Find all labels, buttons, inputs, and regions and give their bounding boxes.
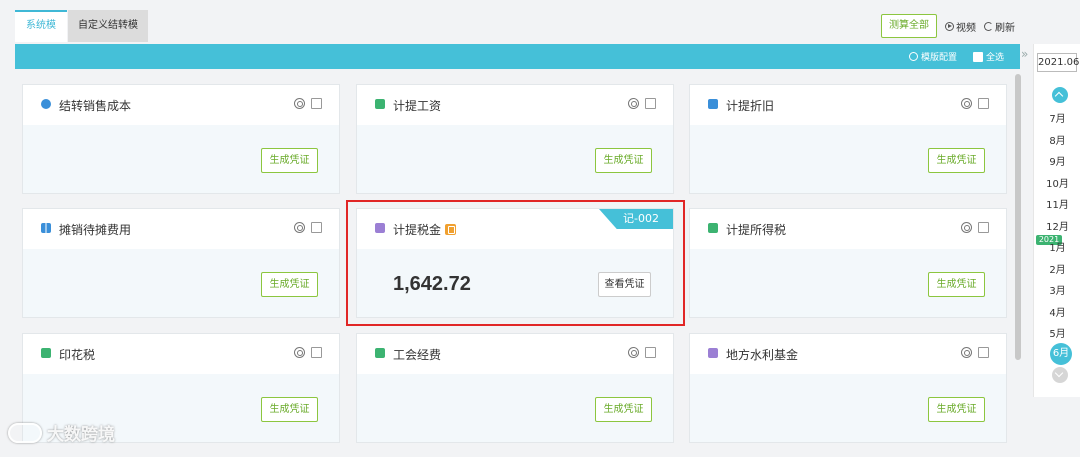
- month-item[interactable]: 11月: [1034, 196, 1080, 211]
- generate-voucher-button[interactable]: 生成凭证: [261, 272, 318, 297]
- period-sidebar: 2021.06 7月 8月 9月 10月 11月 12月 2021 1月 2月 …: [1033, 44, 1080, 397]
- card-title: 结转销售成本: [59, 99, 132, 113]
- month-item[interactable]: 8月: [1034, 132, 1080, 147]
- template-config-link[interactable]: 模版配置: [909, 50, 957, 63]
- collapse-arrow-icon[interactable]: »: [1021, 47, 1028, 61]
- generate-voucher-button[interactable]: 生成凭证: [928, 272, 985, 297]
- generate-voucher-button[interactable]: 生成凭证: [928, 397, 985, 422]
- refresh-label: 刷新: [995, 23, 1015, 34]
- card-checkbox[interactable]: [311, 222, 322, 233]
- month-item[interactable]: 5月: [1034, 325, 1080, 340]
- month-item[interactable]: 7月: [1034, 110, 1080, 125]
- select-all-label: 全选: [986, 53, 1005, 63]
- month-item[interactable]: 9月: [1034, 153, 1080, 168]
- stamp-tax-icon: [41, 348, 51, 358]
- template-card: 计提所得税 生成凭证: [689, 208, 1007, 318]
- month-item[interactable]: 12月: [1034, 218, 1080, 233]
- card-title: 计提所得税: [726, 223, 787, 237]
- settings-gear-icon[interactable]: [294, 222, 305, 233]
- refresh-icon: [984, 22, 993, 31]
- highlight-box: [346, 200, 685, 326]
- video-label: 视频: [956, 23, 976, 34]
- settings-gear-icon[interactable]: [628, 347, 639, 358]
- settings-gear-icon[interactable]: [628, 98, 639, 109]
- select-all-toggle[interactable]: 全选: [973, 50, 1004, 63]
- template-card: 计提工资 生成凭证: [356, 84, 674, 194]
- card-title: 计提工资: [393, 99, 442, 113]
- template-header-strip: 模版配置 全选: [15, 44, 1020, 69]
- money-bag-icon: [41, 99, 51, 109]
- scroll-down-icon[interactable]: [1052, 367, 1068, 383]
- current-period-field[interactable]: 2021.06: [1037, 53, 1079, 72]
- month-item[interactable]: 10月: [1034, 175, 1080, 190]
- grid-icon: [41, 223, 51, 233]
- generate-voucher-button[interactable]: 生成凭证: [928, 148, 985, 173]
- card-title: 摊销待摊费用: [59, 223, 132, 237]
- water-fund-icon: [708, 348, 718, 358]
- generate-voucher-button[interactable]: 生成凭证: [261, 148, 318, 173]
- card-title: 印花税: [59, 348, 96, 362]
- select-all-checkbox[interactable]: [973, 51, 983, 62]
- salary-icon: [375, 99, 385, 109]
- watermark: 大数跨境: [8, 420, 115, 445]
- card-title: 地方水利基金: [726, 348, 799, 362]
- card-checkbox[interactable]: [978, 222, 989, 233]
- play-icon: [945, 22, 954, 31]
- month-item[interactable]: 2月: [1034, 261, 1080, 276]
- card-checkbox[interactable]: [645, 98, 656, 109]
- settings-gear-icon[interactable]: [294, 98, 305, 109]
- settings-gear-icon[interactable]: [961, 98, 972, 109]
- card-checkbox[interactable]: [311, 98, 322, 109]
- card-checkbox[interactable]: [645, 347, 656, 358]
- template-card: 结转销售成本 生成凭证: [22, 84, 340, 194]
- generate-voucher-button[interactable]: 生成凭证: [595, 397, 652, 422]
- month-item[interactable]: 1月: [1034, 239, 1080, 254]
- refresh-link[interactable]: 刷新: [984, 19, 1015, 34]
- template-card: 地方水利基金 生成凭证: [689, 333, 1007, 443]
- month-item-selected[interactable]: 6月: [1050, 343, 1072, 365]
- card-checkbox[interactable]: [978, 98, 989, 109]
- settings-gear-icon[interactable]: [294, 347, 305, 358]
- top-tab-bar: 系统模板 自定义结转模版 测算全部 视频 刷新: [0, 0, 1080, 63]
- card-title: 工会经费: [393, 348, 442, 362]
- template-card: 工会经费 生成凭证: [356, 333, 674, 443]
- card-checkbox[interactable]: [978, 347, 989, 358]
- depreciation-icon: [708, 99, 718, 109]
- month-item[interactable]: 4月: [1034, 304, 1080, 319]
- calculate-all-button[interactable]: 测算全部: [881, 14, 937, 38]
- watermark-text: 大数跨境: [47, 425, 115, 445]
- template-card: 摊销待摊费用 生成凭证: [22, 208, 340, 318]
- scroll-up-icon[interactable]: [1052, 87, 1068, 103]
- settings-gear-icon[interactable]: [961, 347, 972, 358]
- card-title: 计提折旧: [726, 99, 775, 113]
- card-checkbox[interactable]: [311, 347, 322, 358]
- template-card: 计提折旧 生成凭证: [689, 84, 1007, 194]
- template-config-label: 模版配置: [921, 53, 958, 63]
- generate-voucher-button[interactable]: 生成凭证: [595, 148, 652, 173]
- income-tax-icon: [708, 223, 718, 233]
- tab-system-templates[interactable]: 系统模板: [15, 10, 67, 59]
- settings-gear-icon[interactable]: [961, 222, 972, 233]
- gear-icon: [909, 52, 918, 61]
- generate-voucher-button[interactable]: 生成凭证: [261, 397, 318, 422]
- watermark-logo-icon: [8, 422, 42, 443]
- month-item[interactable]: 3月: [1034, 282, 1080, 297]
- vertical-scrollbar[interactable]: [1015, 74, 1021, 360]
- union-fund-icon: [375, 348, 385, 358]
- tab-custom-templates[interactable]: 自定义结转模版: [68, 10, 148, 63]
- video-link[interactable]: 视频: [945, 19, 976, 34]
